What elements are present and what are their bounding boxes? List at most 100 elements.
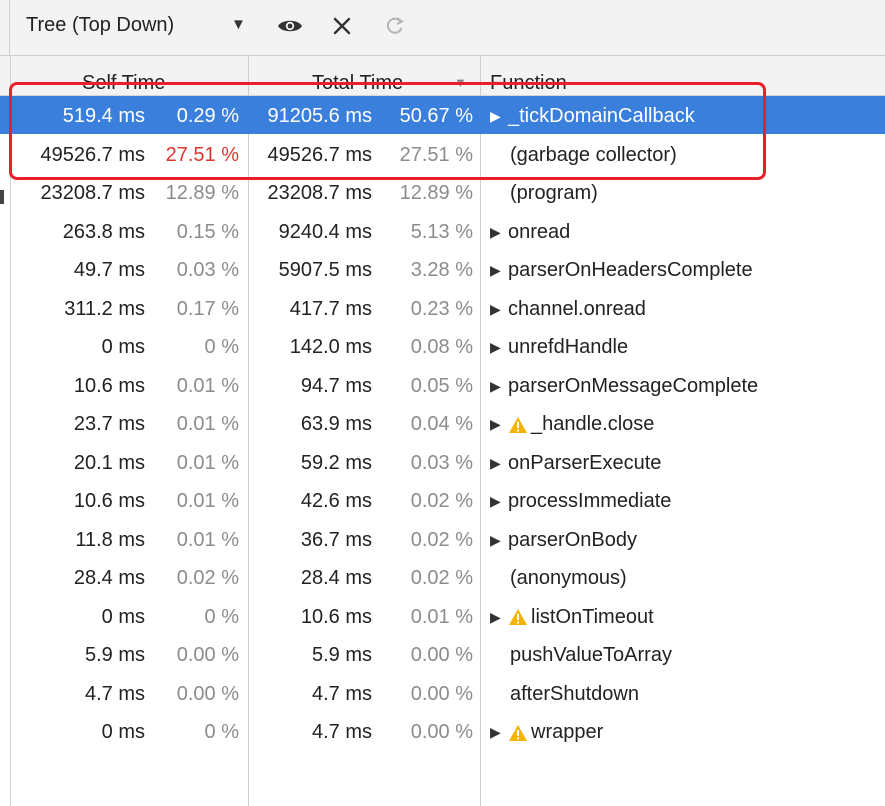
expand-triangle-icon[interactable]: ▶ [490,262,508,279]
function-cell: ▶ wrapper [490,721,603,744]
expand-triangle-icon[interactable]: ▶ [490,108,508,125]
total-time-value: 417.7 ms [289,297,372,320]
table-row[interactable]: 23.7 ms 0.01 % 63.9 ms 0.04 % ▶ _handle.close [0,404,885,442]
self-time-value: 23208.7 ms [40,182,145,204]
table-row[interactable]: 519.4 ms 0.29 % 91205.6 ms 50.67 % ▶ _tickDom… [0,96,885,134]
function-header[interactable]: Function [480,56,885,96]
total-time-percent: 0.02 % [410,567,473,589]
total-time-value: 5907.5 ms [278,259,372,281]
table-row[interactable]: 5.9 ms 0.00 % 5.9 ms 0.00 % pushValueToArray [0,635,885,673]
function-cell: ▶ _handle.close [490,413,654,436]
self-time-percent: 0.01 % [176,451,239,474]
function-name: unrefdHandle [508,336,629,358]
panel-edge-marker [0,190,4,204]
self-time-percent: 0 % [204,336,239,358]
function-cell: (program) [490,182,598,205]
table-row[interactable]: 23208.7 ms 12.89 % 23208.7 ms 12.89 % (progr… [0,173,885,211]
expand-triangle-icon[interactable]: ▶ [490,416,508,433]
total-time-percent: 0.04 % [410,413,473,435]
self-time-percent: 12.89 % [165,182,239,204]
self-time-header[interactable]: Self Time [10,56,248,96]
self-time-value: 0 ms [101,336,145,358]
self-time-percent: 0.01 % [176,490,239,512]
function-cell: ▶ _tickDomainCallback [490,105,695,128]
function-name: wrapper [531,721,604,743]
self-time-value: 23.7 ms [73,413,145,435]
toolbar-edge [0,0,10,56]
expand-triangle-icon[interactable]: ▶ [490,609,508,626]
table-row[interactable]: 49.7 ms 0.03 % 5907.5 ms 3.28 % ▶ parserOnHea… [0,250,885,288]
total-time-value: 5.9 ms [311,644,372,666]
function-name: onParserExecute [508,451,662,474]
expand-triangle-icon[interactable]: ▶ [490,339,508,356]
function-cell: (garbage collector) [490,144,677,167]
total-time-value: 49526.7 ms [267,143,372,166]
table-row[interactable]: 11.8 ms 0.01 % 36.7 ms 0.02 % ▶ parserOnBody [0,520,885,558]
sort-indicator-icon: ▼ [454,75,467,90]
table-row[interactable]: 28.4 ms 0.02 % 28.4 ms 0.02 % (anonymous) [0,558,885,596]
self-time-value: 49526.7 ms [40,143,145,166]
function-cell: (anonymous) [490,567,627,590]
total-time-percent: 0.02 % [410,490,473,512]
self-time-percent: 0.15 % [176,220,239,243]
self-time-percent: 0.01 % [176,374,239,397]
self-time-value: 20.1 ms [73,451,145,474]
function-cell: ▶ parserOnMessageComplete [490,375,758,398]
total-time-value: 23208.7 ms [267,182,372,204]
eye-icon[interactable] [276,12,304,40]
self-time-percent: 0 % [204,605,239,628]
total-time-value: 91205.6 ms [267,105,372,127]
table-row[interactable]: 20.1 ms 0.01 % 59.2 ms 0.03 % ▶ onParserExecu… [0,443,885,481]
function-cell: afterShutdown [490,683,639,706]
view-mode-select[interactable]: Tree (Top Down) ▼ [26,14,246,37]
function-cell: ▶ parserOnHeadersComplete [490,259,753,282]
total-time-value: 9240.4 ms [278,220,372,243]
total-time-percent: 27.51 % [399,143,473,166]
function-name: parserOnHeadersComplete [508,259,753,281]
close-icon[interactable] [330,12,354,40]
expand-triangle-icon[interactable]: ▶ [490,532,508,549]
total-time-percent: 3.28 % [410,259,473,281]
table-row[interactable]: 4.7 ms 0.00 % 4.7 ms 0.00 % afterShutdown [0,674,885,712]
total-time-percent: 0.03 % [410,451,473,474]
expand-triangle-icon[interactable]: ▶ [490,378,508,395]
expand-triangle-icon[interactable]: ▶ [490,724,508,741]
table-row[interactable]: 0 ms 0 % 142.0 ms 0.08 % ▶ unrefdHandle [0,327,885,365]
self-time-percent: 0.17 % [176,297,239,320]
function-name: processImmediate [508,490,672,512]
total-time-value: 36.7 ms [300,528,372,551]
self-time-value: 311.2 ms [64,297,145,320]
self-time-percent: 0.02 % [176,567,239,589]
table-row[interactable]: 311.2 ms 0.17 % 417.7 ms 0.23 % ▶ channel.onr… [0,289,885,327]
reload-icon[interactable] [383,12,407,40]
table-row[interactable]: 49526.7 ms 27.51 % 49526.7 ms 27.51 % (garba… [0,135,885,173]
self-time-value: 0 ms [101,721,145,743]
table-row[interactable]: 10.6 ms 0.01 % 42.6 ms 0.02 % ▶ processImmedi… [0,481,885,519]
total-time-header[interactable]: Total Time ▼ [248,56,480,96]
total-time-percent: 0.02 % [410,528,473,551]
function-cell: ▶ unrefdHandle [490,336,628,359]
self-time-value: 11.8 ms [75,528,145,551]
expand-triangle-icon[interactable]: ▶ [490,455,508,472]
total-time-value: 42.6 ms [300,490,372,512]
self-time-percent: 0.01 % [176,528,239,551]
expand-triangle-icon[interactable]: ▶ [490,493,508,510]
total-time-value: 59.2 ms [300,451,372,474]
table-row[interactable]: 10.6 ms 0.01 % 94.7 ms 0.05 % ▶ parserOnMessa… [0,366,885,404]
table-row[interactable]: 0 ms 0 % 4.7 ms 0.00 % ▶ wrapper [0,712,885,750]
self-time-percent: 0.01 % [176,413,239,435]
self-time-value: 49.7 ms [73,259,145,281]
expand-triangle-icon[interactable]: ▶ [490,224,508,241]
self-time-value: 4.7 ms [84,682,145,705]
expand-triangle-icon[interactable]: ▶ [490,301,508,318]
self-time-percent: 27.51 % [165,143,239,166]
table-row[interactable]: 0 ms 0 % 10.6 ms 0.01 % ▶ listOnTimeout [0,597,885,635]
total-time-percent: 0.01 % [410,605,473,628]
function-name: onread [508,220,571,243]
total-time-value: 10.6 ms [300,605,372,628]
total-time-value: 63.9 ms [300,413,372,435]
total-time-value: 4.7 ms [311,682,372,705]
table-row[interactable]: 263.8 ms 0.15 % 9240.4 ms 5.13 % ▶ onread [0,212,885,250]
total-time-percent: 0.00 % [410,682,473,705]
self-time-value: 5.9 ms [84,644,145,666]
